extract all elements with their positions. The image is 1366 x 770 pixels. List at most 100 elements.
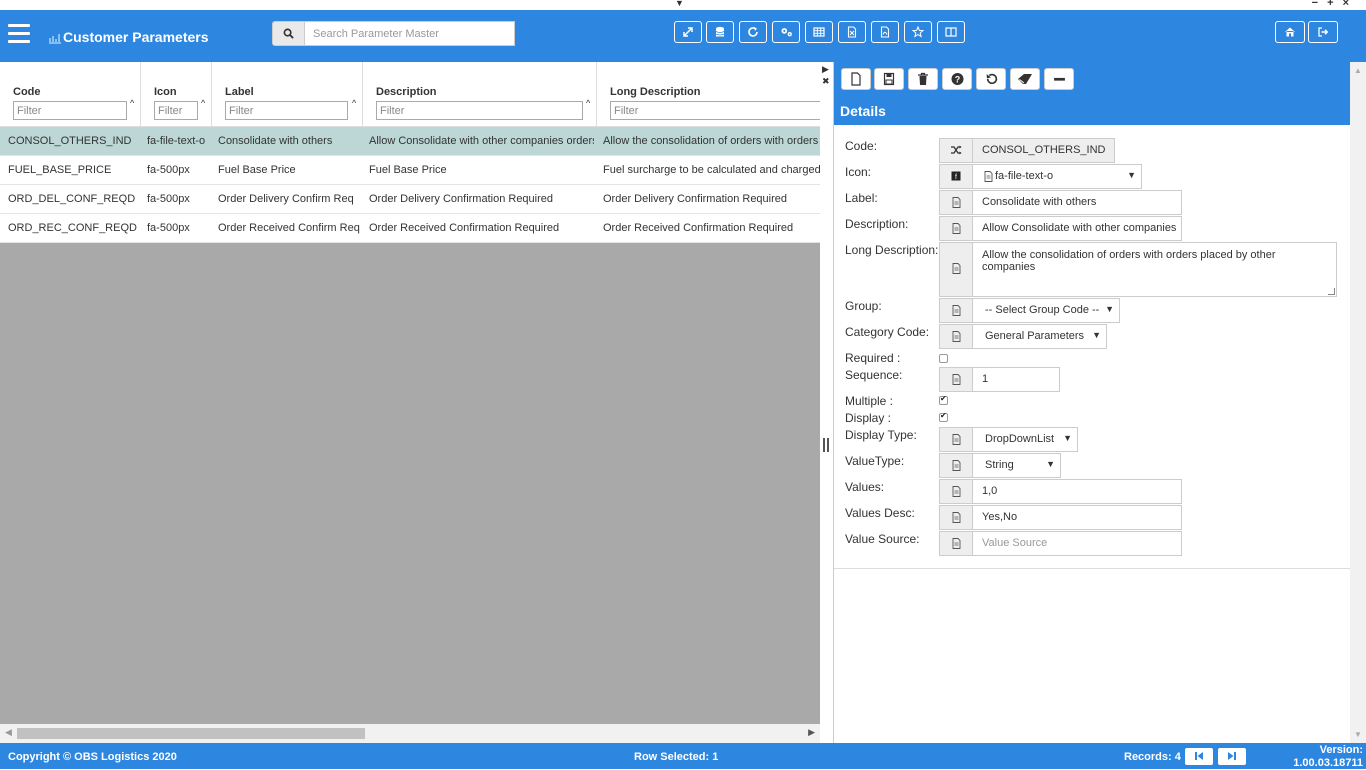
expand-button[interactable] [674, 21, 702, 43]
value-source-label: Value Source: [845, 532, 920, 546]
splitter-grip-icon[interactable] [823, 438, 829, 452]
scroll-right-icon[interactable]: ▶ [808, 727, 815, 738]
icon-select[interactable]: f fa-file-text-o ▼ [939, 164, 1142, 189]
category-code-label: Category Code: [845, 325, 930, 339]
column-code-title: Code [13, 86, 41, 98]
favorite-icon [912, 25, 924, 38]
refresh-button[interactable] [739, 21, 767, 43]
filter-description-input[interactable] [376, 101, 583, 120]
export-doc-button[interactable] [838, 21, 866, 43]
table-row[interactable]: ORD_REC_CONF_REQD fa-500px Order Receive… [0, 214, 820, 243]
logout-button[interactable] [1308, 21, 1338, 43]
sort-caret-icon[interactable]: ^ [586, 98, 590, 108]
column-icon[interactable]: Icon ^ [141, 62, 212, 127]
help-button[interactable]: ? [942, 68, 972, 90]
save-button[interactable] [874, 68, 904, 90]
resize-handle-icon[interactable] [1328, 288, 1335, 295]
cell-description: Fuel Base Price [369, 164, 447, 176]
settings-button[interactable] [772, 21, 800, 43]
text-field-icon [940, 506, 973, 529]
help-icon: ? [951, 73, 963, 85]
search-button[interactable] [272, 21, 305, 46]
collapse-right-icon[interactable]: ▶ [822, 64, 829, 75]
scroll-down-icon[interactable]: ▼ [1354, 730, 1362, 739]
values-input[interactable]: 1,0 [939, 479, 1182, 504]
multiple-checkbox[interactable] [939, 394, 948, 405]
window-controls[interactable]: − + × [1312, 0, 1352, 9]
details-divider [834, 568, 1350, 569]
value-type-label: ValueType: [845, 454, 905, 468]
code-field[interactable]: CONSOL_OTHERS_IND [939, 138, 1115, 163]
label-input[interactable]: Consolidate with others [939, 190, 1182, 215]
last-record-button[interactable] [1218, 748, 1246, 765]
details-title: Details [834, 95, 1350, 125]
columns-button[interactable] [937, 21, 965, 43]
horizontal-scrollbar[interactable]: ◀ ▶ [0, 724, 820, 743]
new-button[interactable] [841, 68, 871, 90]
display-type-select[interactable]: DropDownList ▼ [939, 427, 1078, 452]
search-input[interactable] [305, 21, 515, 46]
dropdown-arrow-icon: ▼ [1127, 170, 1136, 180]
required-label: Required : [845, 351, 901, 365]
category-code-select[interactable]: General Parameters ▼ [939, 324, 1107, 349]
version-label: Version: [1319, 744, 1363, 756]
table-row[interactable]: FUEL_BASE_PRICE fa-500px Fuel Base Price… [0, 156, 820, 185]
display-checkbox[interactable] [939, 411, 948, 422]
text-field-icon [940, 243, 973, 296]
pin-icon[interactable]: ✖ [822, 76, 830, 87]
filter-code-input[interactable] [13, 101, 127, 120]
text-field-icon [940, 532, 973, 555]
delete-button[interactable] [908, 68, 938, 90]
export-pdf-icon [880, 26, 890, 38]
favorite-button[interactable] [904, 21, 932, 43]
database-button[interactable] [706, 21, 734, 43]
value-source-input[interactable]: Value Source [939, 531, 1182, 556]
column-long-description[interactable]: Long Description [597, 62, 820, 127]
column-description[interactable]: Description ^ [363, 62, 597, 127]
values-desc-input[interactable]: Yes,No [939, 505, 1182, 530]
vertical-scrollbar[interactable]: ▲ ▼ [1350, 62, 1366, 743]
required-checkbox[interactable] [939, 354, 948, 363]
records-count: Records: 4 [1124, 751, 1181, 763]
scroll-up-icon[interactable]: ▲ [1354, 66, 1362, 75]
export-pdf-button[interactable] [871, 21, 899, 43]
column-code[interactable]: Code ^ [0, 62, 141, 127]
group-value: -- Select Group Code -- [985, 304, 1100, 316]
grid-button[interactable] [805, 21, 833, 43]
scrollbar-thumb[interactable] [17, 728, 365, 739]
multiple-label: Multiple : [845, 394, 894, 408]
collapse-button[interactable] [1044, 68, 1074, 90]
filter-long-description-input[interactable] [610, 101, 820, 120]
table-row[interactable]: ORD_DEL_CONF_REQD fa-500px Order Deliver… [0, 185, 820, 214]
sequence-input[interactable]: 1 [939, 367, 1060, 392]
value-type-select[interactable]: String ▼ [939, 453, 1061, 478]
collapse-caret-icon[interactable]: ▼ [675, 0, 684, 8]
eraser-button[interactable] [1010, 68, 1040, 90]
undo-button[interactable] [976, 68, 1006, 90]
description-value: Allow Consolidate with other companies o… [982, 222, 1177, 234]
scroll-left-icon[interactable]: ◀ [5, 727, 12, 738]
chart-icon [49, 34, 61, 44]
column-label-title: Label [225, 86, 254, 98]
sort-caret-icon[interactable]: ^ [201, 98, 205, 108]
status-footer: Copyright © OBS Logistics 2020 Row Selec… [0, 743, 1366, 769]
first-record-button[interactable] [1185, 748, 1213, 765]
column-label[interactable]: Label ^ [212, 62, 363, 127]
table-row[interactable]: CONSOL_OTHERS_IND fa-file-text-o Consoli… [0, 127, 820, 156]
expand-icon [683, 27, 693, 37]
group-select[interactable]: -- Select Group Code -- ▼ [939, 298, 1120, 323]
save-icon [883, 72, 895, 86]
description-input[interactable]: Allow Consolidate with other companies o… [939, 216, 1182, 241]
cell-code: ORD_REC_CONF_REQD [8, 222, 137, 234]
skip-back-icon [1195, 752, 1203, 760]
sort-caret-icon[interactable]: ^ [352, 98, 356, 108]
refresh-icon [748, 27, 758, 37]
filter-icon-input[interactable] [154, 101, 198, 120]
menu-icon[interactable] [8, 24, 30, 44]
sort-caret-icon[interactable]: ^ [130, 98, 134, 108]
cell-label: Order Delivery Confirm Req [218, 193, 354, 205]
filter-label-input[interactable] [225, 101, 348, 120]
panel-splitter[interactable]: ▶ ✖ [820, 62, 834, 743]
home-button[interactable] [1275, 21, 1305, 43]
long-description-textarea[interactable]: Allow the consolidation of orders with o… [939, 242, 1337, 297]
